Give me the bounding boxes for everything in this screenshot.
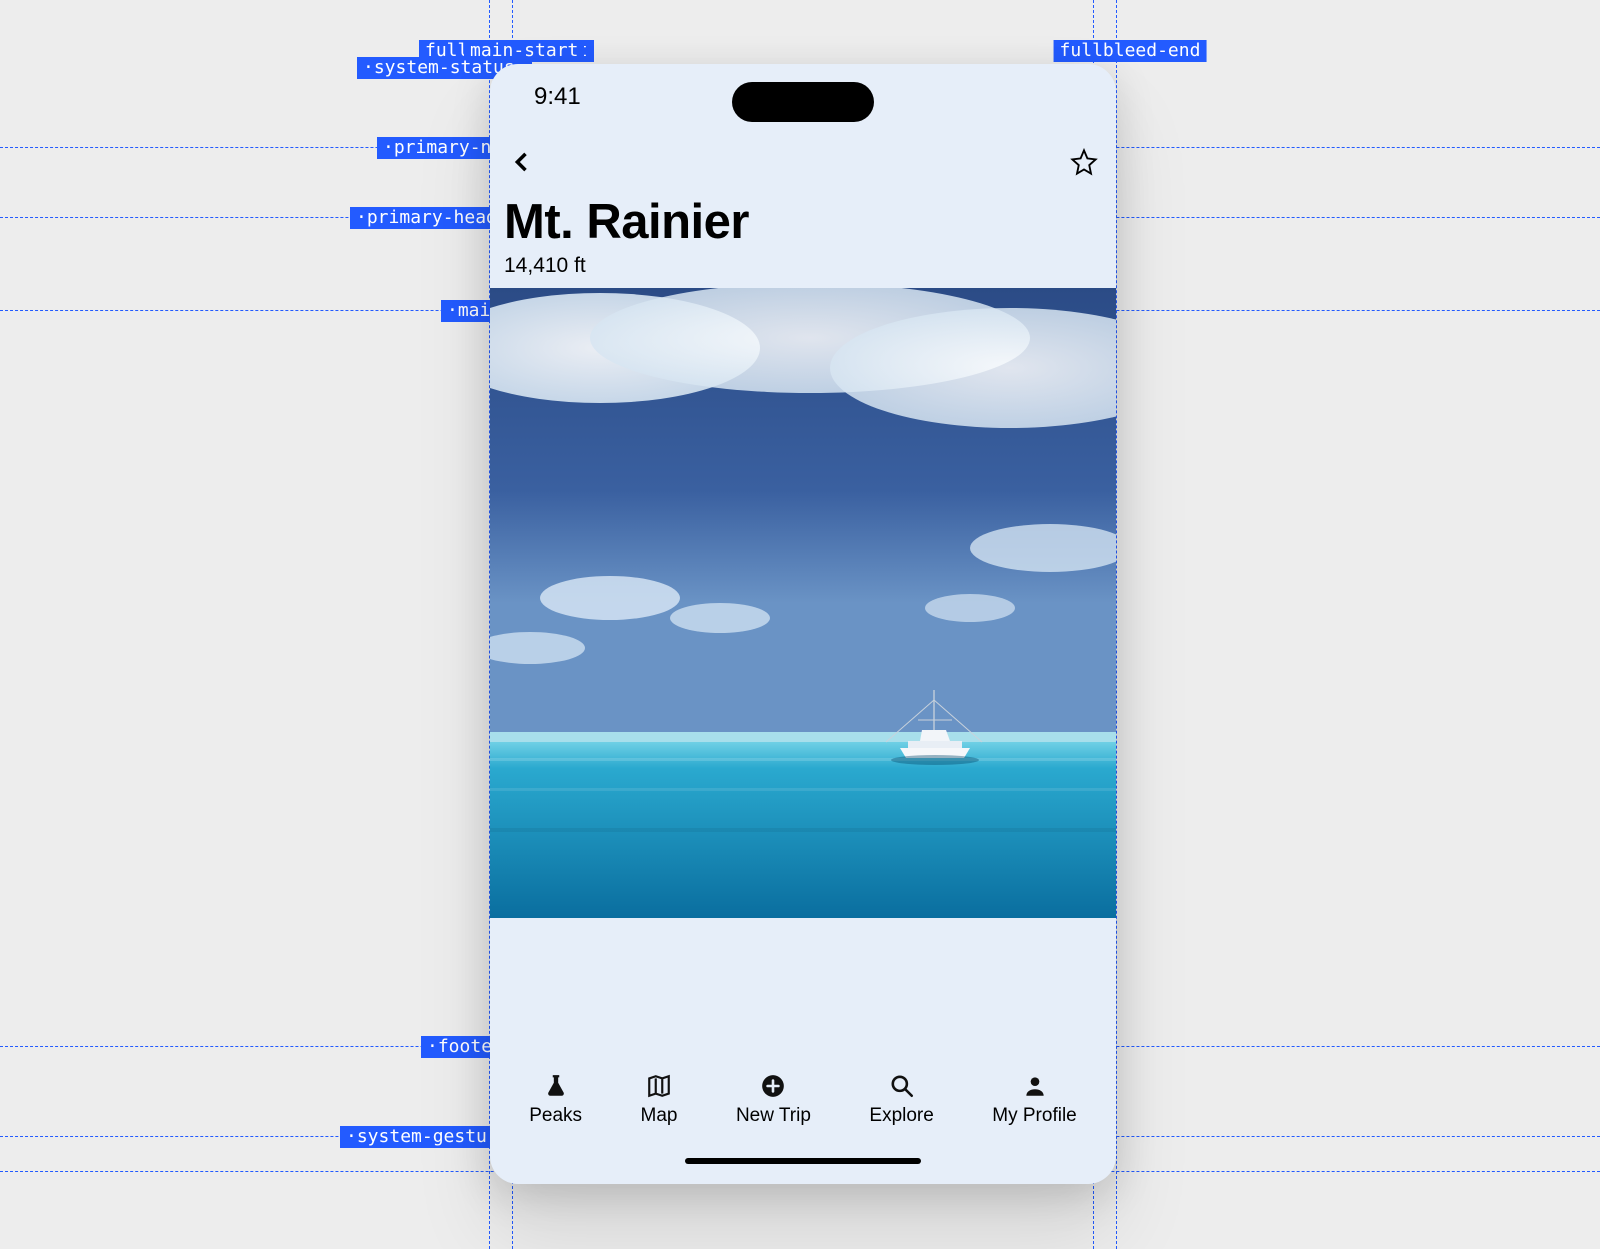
label-main-end: main-end [1054, 40, 1153, 62]
tab-label: My Profile [992, 1105, 1076, 1127]
hero-image [490, 288, 1116, 918]
page-subtitle: 14,410 ft [504, 254, 1102, 278]
label-fullbleed-end: fullbleed-end [1054, 40, 1207, 62]
tab-profile[interactable]: My Profile [992, 1073, 1076, 1127]
favorite-button[interactable] [1066, 144, 1102, 180]
tab-bar: Peaks Map New Trip Explore My Profile [490, 1062, 1116, 1138]
tab-label: Explore [869, 1105, 933, 1127]
status-time: 9:41 [534, 83, 581, 111]
page-header: Mt. Rainier 14,410 ft [490, 194, 1116, 288]
star-outline-icon [1070, 148, 1098, 176]
person-icon [1022, 1073, 1048, 1099]
tab-explore[interactable]: Explore [869, 1073, 933, 1127]
page-title: Mt. Rainier [504, 194, 1102, 250]
tab-newtrip[interactable]: New Trip [736, 1073, 811, 1127]
back-button[interactable] [504, 144, 540, 180]
gesture-bar [685, 1158, 921, 1164]
device-notch [732, 82, 874, 122]
tab-map[interactable]: Map [641, 1073, 678, 1127]
chevron-left-icon [508, 148, 536, 176]
primary-nav [490, 130, 1116, 194]
tab-label: Map [641, 1105, 678, 1127]
search-icon [889, 1073, 915, 1099]
label-fullbleed-start: fullbleed-start [419, 40, 594, 62]
tab-peaks[interactable]: Peaks [529, 1073, 582, 1127]
tab-label: New Trip [736, 1105, 811, 1127]
tab-label: Peaks [529, 1105, 582, 1127]
label-main-start: main-start [464, 40, 584, 62]
map-icon [646, 1073, 672, 1099]
status-bar: 9:41 [490, 64, 1116, 130]
device-frame: 9:41 Mt. Rainier 14,410 ft [490, 64, 1116, 1184]
guide-fullbleed-end [1116, 0, 1117, 1249]
add-circle-icon [760, 1073, 786, 1099]
science-icon [543, 1073, 569, 1099]
